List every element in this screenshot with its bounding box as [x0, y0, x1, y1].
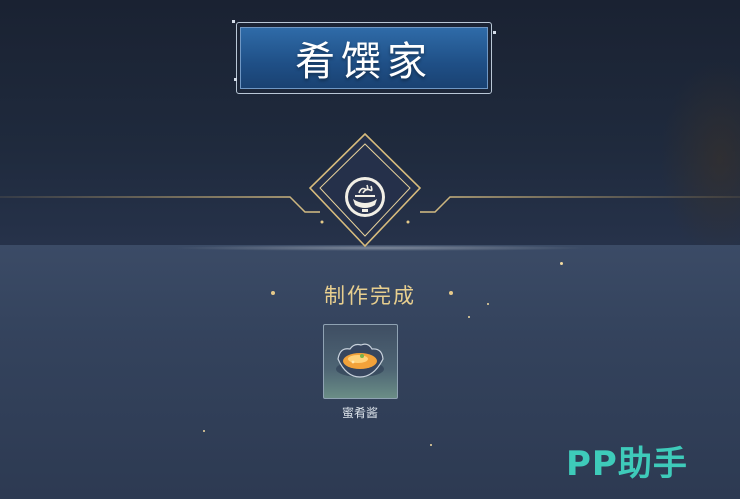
title-corner-dot	[232, 20, 235, 23]
sparkle	[560, 262, 563, 265]
title-corner-dot	[493, 31, 496, 34]
item-name: 蜜肴酱	[341, 406, 378, 420]
cooking-bowl-emblem-icon	[345, 177, 385, 217]
title-banner: 肴馔家	[240, 27, 488, 89]
honey-sauce-bowl-icon	[336, 343, 384, 378]
crafted-item-card[interactable]	[323, 324, 398, 399]
decorative-dot	[449, 291, 453, 295]
watermark-logo: PP助手	[566, 444, 688, 484]
game-scene: 肴馔家 制作完成 蜜肴酱 PP助手	[0, 0, 740, 499]
page-title: 肴馔家	[295, 39, 433, 85]
sparkle	[468, 316, 470, 318]
status-label: 制作完成	[324, 284, 416, 308]
title-corner-dot	[234, 78, 237, 81]
sparkle	[487, 303, 489, 305]
sparkle	[203, 430, 205, 432]
sparkle	[430, 444, 432, 446]
decorative-dot	[271, 291, 275, 295]
